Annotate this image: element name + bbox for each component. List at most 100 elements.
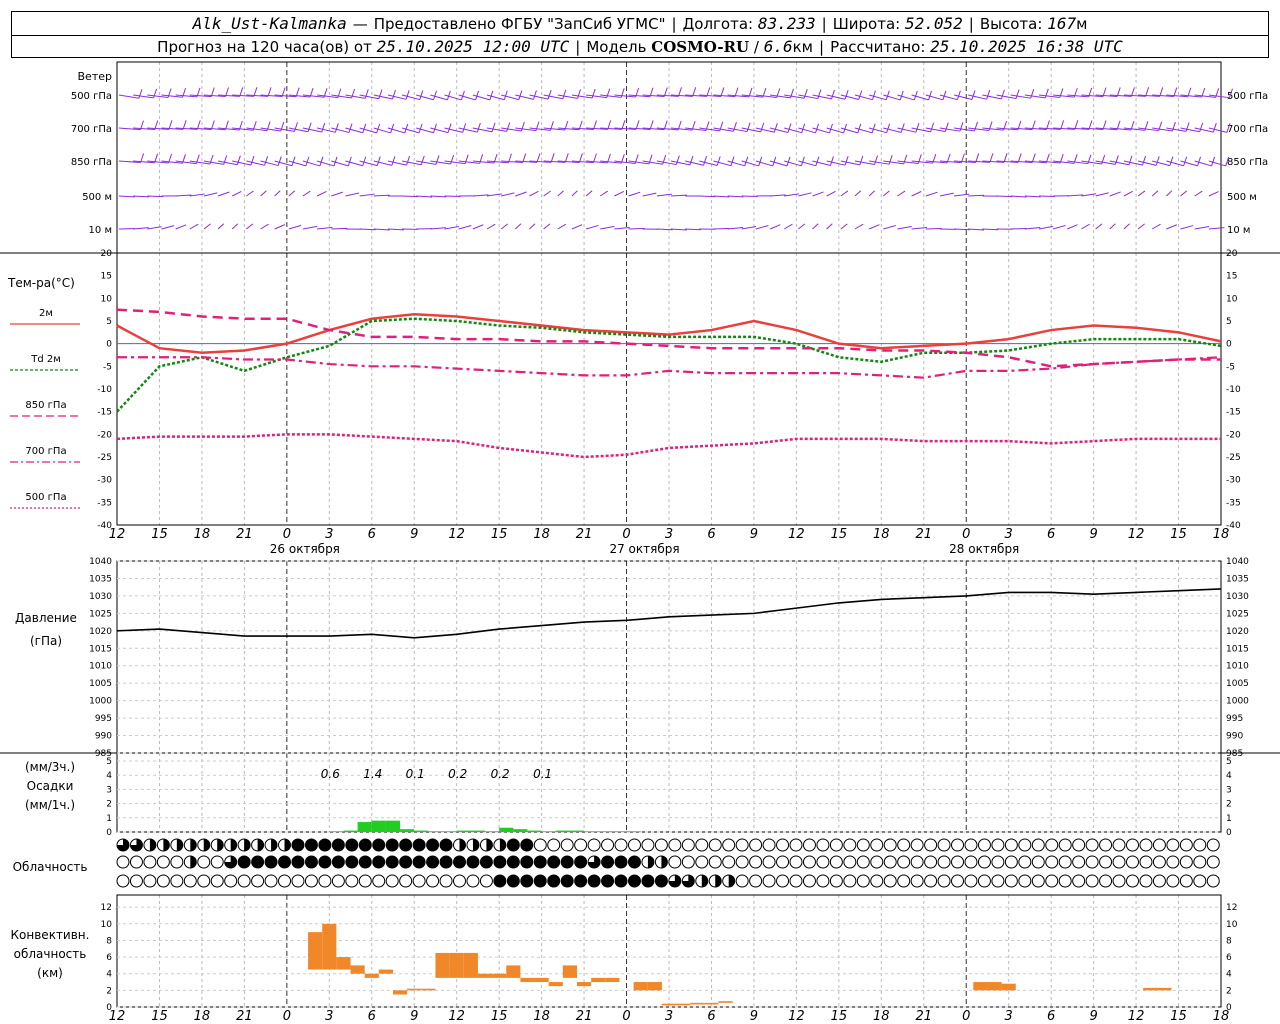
wind-barb-flag <box>744 156 749 166</box>
x-hour-label: 18 <box>1213 527 1230 542</box>
x-hour-label-bottom: 18 <box>873 1009 890 1024</box>
cloud-cover-symbol <box>722 855 736 869</box>
pressure-ytick-right: 1000 <box>1226 697 1249 707</box>
cloud-cover-symbol <box>547 855 561 869</box>
wind-barb-flag <box>450 154 455 165</box>
wind-barb <box>741 225 757 230</box>
cloud-cover-symbol <box>1139 838 1153 852</box>
wind-barb <box>133 195 149 198</box>
cloud-cover-symbol <box>547 838 561 852</box>
cloud-cover-symbol <box>1112 855 1126 869</box>
wind-level-label-right: 500 гПа <box>1227 91 1268 102</box>
wind-barb-flag <box>1015 89 1020 99</box>
cloud-cover-symbol <box>856 838 870 852</box>
wind-barb <box>585 224 599 230</box>
wind-barb-flag <box>899 90 904 101</box>
cloud-cover-symbol <box>426 874 440 888</box>
wind-barb-flag <box>871 90 876 100</box>
wind-barb <box>1053 224 1066 230</box>
temp-ytick: -15 <box>97 408 112 418</box>
cloud-cover-symbol <box>1018 838 1032 852</box>
cloud-cover-symbol <box>1206 838 1220 852</box>
cloud-cover-symbol <box>601 838 615 852</box>
x-hour-label: 15 <box>491 527 508 542</box>
cloud-cover-symbol <box>977 838 991 852</box>
wind-barb <box>939 192 954 197</box>
cloud-cover-symbol <box>143 855 157 869</box>
x-hour-label-bottom: 6 <box>1047 1009 1055 1024</box>
wind-barb <box>812 127 830 134</box>
pressure-ytick-right: 1040 <box>1226 557 1249 567</box>
cloud-cover-half <box>149 839 156 851</box>
wind-barb <box>260 223 269 230</box>
x-hour-label-bottom: 0 <box>283 1009 291 1024</box>
temp-ytick: 15 <box>101 272 112 282</box>
wind-barb-flag <box>334 123 339 133</box>
x-hour-label: 0 <box>283 527 291 542</box>
wind-barb <box>1010 227 1027 230</box>
cloud-cover-symbol <box>735 874 749 888</box>
x-hour-label-bottom: 3 <box>325 1009 333 1024</box>
wind-barb <box>954 193 970 197</box>
cloud-cover-symbol <box>964 874 978 888</box>
wind-level-label: 850 гПа <box>71 157 112 168</box>
wind-barb-flag <box>621 120 626 130</box>
cloud-cover-symbol <box>1045 855 1059 869</box>
cloud-cover-symbol <box>1031 838 1045 852</box>
cloud-cover-symbol <box>520 874 534 888</box>
wind-barb <box>1067 224 1078 230</box>
wind-barb-flag <box>675 155 680 165</box>
cloud-cover-symbol <box>372 874 386 888</box>
cloud-cover-symbol <box>466 874 480 888</box>
temp-title: Тем-ра(°C) <box>7 276 75 290</box>
cloud-cover-symbol <box>116 874 130 888</box>
cloud-cover-symbol <box>1152 838 1166 852</box>
cloud-cover-symbol <box>1085 855 1099 869</box>
wind-barb <box>1095 192 1109 197</box>
precip-bar <box>329 831 344 832</box>
temp-ytick-right: 5 <box>1226 317 1232 327</box>
cloud-cover-symbol <box>776 874 790 888</box>
conv-bar <box>562 965 577 978</box>
wind-barb <box>288 190 296 197</box>
wind-barb <box>656 228 673 231</box>
precip-label-c: (мм/1ч.) <box>25 798 75 812</box>
precip-bar <box>555 830 570 832</box>
wind-barb <box>783 223 793 230</box>
precip-ytick: 5 <box>106 757 112 767</box>
precip-label-a: (мм/3ч.) <box>25 760 75 774</box>
wind-barb <box>444 226 459 230</box>
wind-barb <box>1208 191 1219 197</box>
wind-barb <box>317 226 333 230</box>
conv-ytick: 4 <box>106 970 112 980</box>
precip-amount-label: 0.1 <box>533 767 552 781</box>
cloud-cover-symbol <box>399 874 413 888</box>
x-hour-label: 9 <box>750 527 758 542</box>
x-hour-label: 9 <box>410 527 418 542</box>
cloud-cover-symbol <box>533 838 547 852</box>
cloud-cover-symbol <box>520 838 534 852</box>
wind-barb <box>769 224 781 230</box>
cloud-cover-symbol <box>1058 838 1072 852</box>
conv-bar <box>633 982 648 991</box>
x-hour-label: 9 <box>1089 527 1097 542</box>
wind-level-label: 500 м <box>82 192 112 203</box>
cloud-cover-symbol <box>1072 874 1086 888</box>
temp-legend-label: 2м <box>39 308 53 319</box>
wind-barb <box>968 228 985 231</box>
wind-level-label-right: 500 м <box>1227 192 1257 203</box>
precip-bar <box>598 831 613 832</box>
cloud-cover-symbol <box>601 874 615 888</box>
wind-barb-flag <box>746 122 751 132</box>
conv-ytick-right: 6 <box>1226 953 1232 963</box>
conv-bar <box>1001 983 1016 991</box>
wind-barb <box>600 225 615 230</box>
cloud-cover-symbol <box>1045 838 1059 852</box>
precip-bar <box>499 827 514 832</box>
precip-bar <box>385 820 401 832</box>
wind-barb <box>529 223 536 230</box>
cloud-cover-half <box>230 839 237 851</box>
conv-bar <box>336 957 351 970</box>
temp-ytick-right: -30 <box>1226 476 1241 486</box>
cloud-cover-symbol <box>1085 838 1099 852</box>
